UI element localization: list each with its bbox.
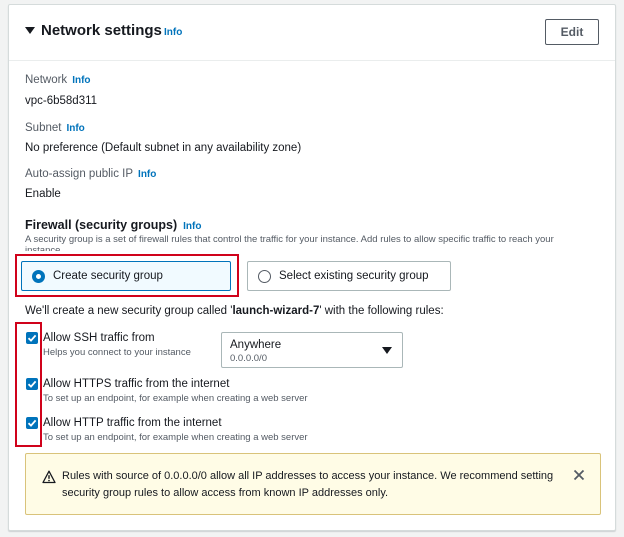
http-checkbox[interactable] [26, 417, 38, 429]
network-label-text: Network [25, 74, 68, 86]
firewall-info-link[interactable]: Info [183, 221, 201, 232]
public-ip-label: Auto-assign public IP Info [25, 167, 156, 182]
check-icon [27, 334, 37, 342]
rule-intro-prefix: We'll create a new security group called… [25, 305, 233, 317]
https-rule-hint: To set up an endpoint, for example when … [43, 393, 308, 404]
network-info-link[interactable]: Info [72, 75, 90, 86]
rule-intro-suffix: ' with the following rules: [319, 305, 444, 317]
close-icon[interactable] [572, 468, 586, 482]
subnet-info-link[interactable]: Info [66, 123, 84, 134]
check-icon [27, 380, 37, 388]
firewall-title: Firewall (security groups) Info [25, 217, 201, 235]
ssh-source-value: Anywhere [230, 339, 282, 351]
firewall-description-cont: instance. [25, 245, 64, 251]
network-label: Network Info [25, 73, 91, 88]
edit-button[interactable]: Edit [545, 19, 599, 45]
title-info-link[interactable]: Info [164, 27, 182, 38]
https-checkbox[interactable] [26, 378, 38, 390]
subnet-label-text: Subnet [25, 122, 62, 134]
page-title: Network settings [41, 22, 162, 39]
warning-icon [42, 470, 56, 484]
https-rule-label: Allow HTTPS traffic from the internet [43, 378, 230, 390]
check-icon [27, 419, 37, 427]
http-rule-hint: To set up an endpoint, for example when … [43, 432, 308, 443]
http-rule-label: Allow HTTP traffic from the internet [43, 417, 222, 429]
ssh-checkbox[interactable] [26, 332, 38, 344]
select-existing-group-label: Select existing security group [279, 270, 429, 282]
dropdown-caret-icon[interactable] [382, 347, 392, 354]
public-ip-info-link[interactable]: Info [138, 169, 156, 180]
subnet-label: Subnet Info [25, 121, 85, 136]
security-group-name: launch-wizard-7 [232, 305, 320, 317]
network-settings-panel: Network settings Info Edit Network Info v… [8, 4, 616, 531]
alert-message: Rules with source of 0.0.0.0/0 allow all… [62, 470, 554, 499]
create-security-group-option[interactable]: Create security group [21, 261, 231, 291]
radio-selected-icon[interactable] [32, 269, 45, 283]
public-ip-label-text: Auto-assign public IP [25, 168, 134, 180]
ssh-rule-hint: Helps you connect to your instance [43, 347, 191, 358]
firewall-title-text: Firewall (security groups) [25, 218, 178, 232]
warning-alert: Rules with source of 0.0.0.0/0 allow all… [25, 453, 601, 515]
subnet-value: No preference (Default subnet in any ava… [25, 142, 302, 154]
network-value: vpc-6b58d311 [25, 95, 98, 107]
select-existing-group-option[interactable]: Select existing security group [247, 261, 451, 291]
public-ip-value: Enable [25, 188, 61, 200]
rule-intro: We'll create a new security group called… [25, 304, 444, 318]
radio-unselected-icon[interactable] [258, 269, 271, 283]
ssh-source-cidr: 0.0.0.0/0 [230, 353, 267, 364]
create-security-group-label: Create security group [53, 270, 163, 282]
firewall-description: A security group is a set of firewall ru… [25, 234, 554, 245]
ssh-source-select[interactable]: Anywhere 0.0.0.0/0 [221, 332, 403, 368]
panel-header: Network settings Info Edit [9, 5, 615, 61]
collapse-caret-icon[interactable] [25, 27, 35, 34]
ssh-rule-label: Allow SSH traffic from [43, 332, 155, 344]
